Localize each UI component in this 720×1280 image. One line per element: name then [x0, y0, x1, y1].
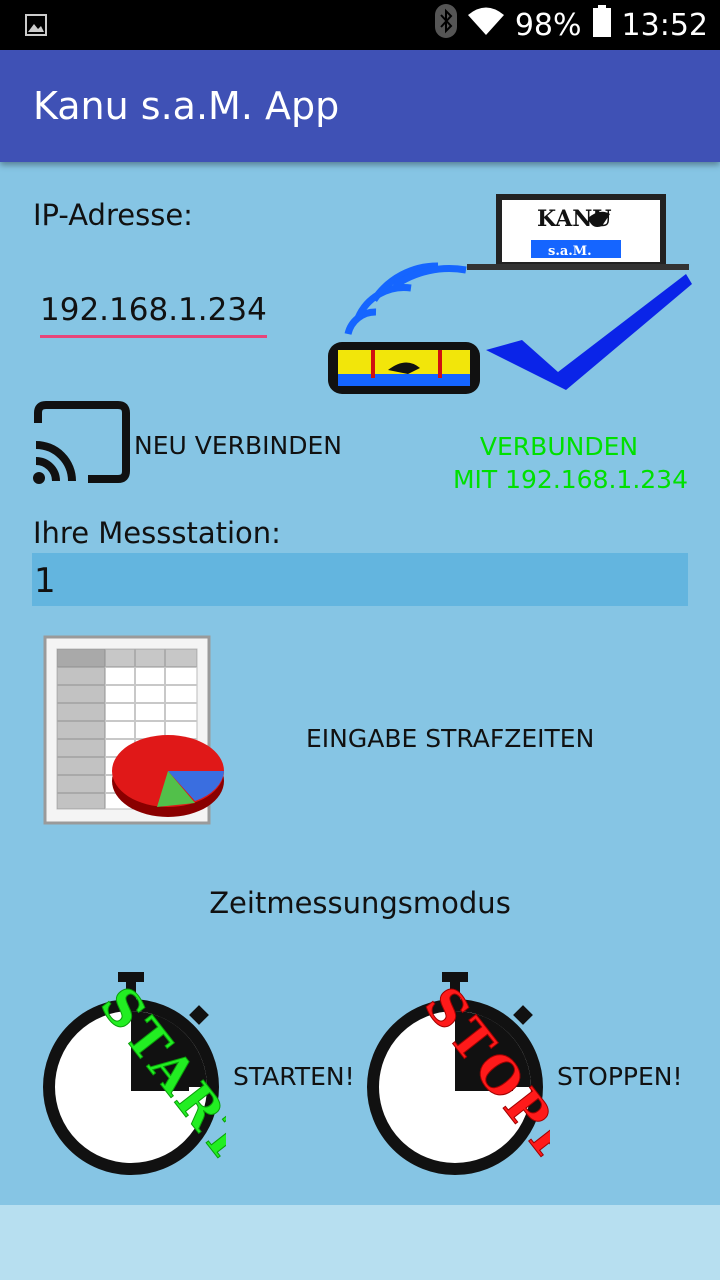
ip-address-label: IP-Adresse:	[33, 198, 193, 232]
app-bar: Kanu s.a.M. App	[0, 50, 720, 162]
connection-graphic: KANU s.a.M.	[326, 190, 696, 400]
status-bar: 98% 13:52	[0, 0, 720, 50]
start-stopwatch-button[interactable]: START	[36, 970, 263, 1176]
bluetooth-icon	[434, 4, 457, 46]
check-icon	[486, 274, 692, 390]
laptop-icon: KANU s.a.M.	[467, 194, 689, 270]
cast-icon	[30, 401, 130, 489]
start-label[interactable]: STARTEN!	[233, 1062, 355, 1091]
penalty-entry-button[interactable]: EINGABE STRAFZEITEN	[306, 724, 594, 753]
connection-status-line2: MIT 192.168.1.234	[452, 465, 688, 494]
bottom-bar	[0, 1205, 720, 1280]
reconnect-button[interactable]: NEU VERBINDEN	[30, 401, 350, 489]
clock: 13:52	[621, 7, 708, 43]
stop-label[interactable]: STOPPEN!	[557, 1062, 683, 1091]
station-selector[interactable]: 1	[32, 553, 688, 606]
logo-brand-bottom: s.a.M.	[548, 244, 592, 259]
reconnect-label: NEU VERBINDEN	[134, 430, 342, 460]
gallery-icon	[25, 14, 47, 40]
stop-stopwatch-button[interactable]: STOPP	[360, 970, 590, 1180]
battery-percent: 98%	[514, 7, 582, 43]
station-label: Ihre Messstation:	[33, 516, 281, 550]
wifi-icon	[467, 6, 505, 44]
timing-mode-label: Zeitmessungsmodus	[209, 886, 511, 920]
ip-address-input[interactable]	[40, 284, 267, 338]
connection-status-line1: VERBUNDEN	[479, 432, 639, 461]
app-title: Kanu s.a.M. App	[33, 84, 340, 128]
device-icon	[328, 342, 480, 394]
connection-status: VERBUNDEN MIT 192.168.1.234	[430, 430, 688, 496]
spreadsheet-chart-icon[interactable]	[35, 633, 230, 828]
battery-icon	[592, 5, 612, 45]
wifi-signal-icon	[344, 262, 467, 335]
